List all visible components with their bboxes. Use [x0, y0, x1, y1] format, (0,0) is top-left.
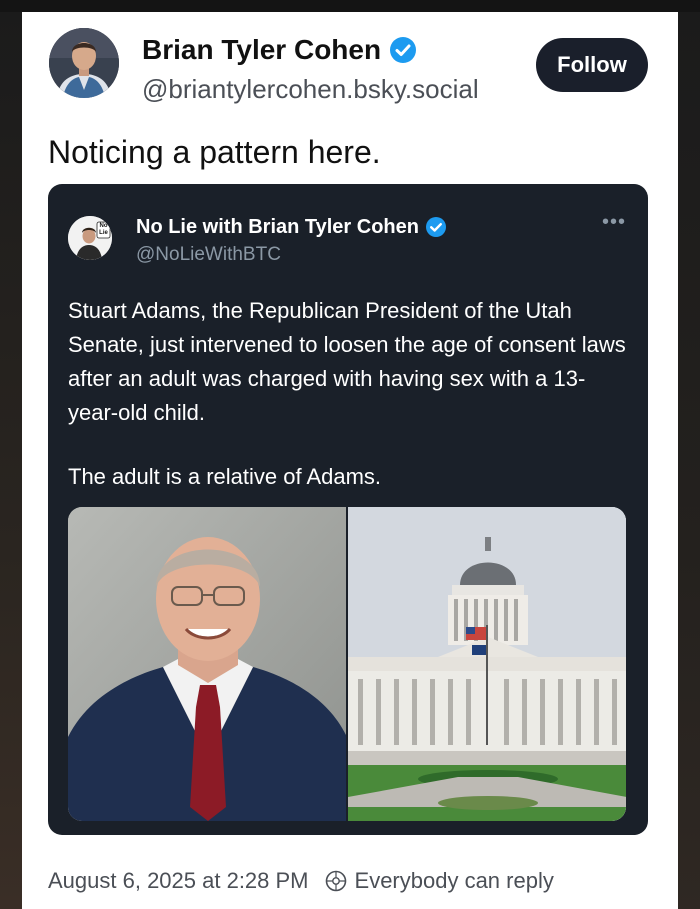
- top-strip: [0, 0, 700, 12]
- post-text: Noticing a pattern here.: [48, 134, 381, 170]
- quoted-paragraph: The adult is a relative of Adams.: [68, 464, 382, 489]
- more-options-icon[interactable]: •••: [598, 212, 630, 232]
- quoted-post[interactable]: No Lie No Lie with Brian Tyler Cohen @No…: [48, 184, 648, 835]
- quoted-post-body: Stuart Adams, the Republican President o…: [68, 294, 628, 494]
- portrait-image[interactable]: [68, 507, 346, 821]
- author-handle[interactable]: @briantylercohen.bsky.social: [142, 74, 479, 105]
- reply-setting-text[interactable]: Everybody can reply: [355, 868, 554, 894]
- post-footer: August 6, 2025 at 2:28 PM Everybody can …: [48, 865, 554, 897]
- capitol-building-image[interactable]: [348, 507, 626, 821]
- verified-badge-icon: [389, 36, 417, 64]
- quoted-author-name[interactable]: No Lie with Brian Tyler Cohen: [136, 216, 419, 239]
- author-name[interactable]: Brian Tyler Cohen: [142, 34, 381, 66]
- author-name-row: Brian Tyler Cohen: [142, 32, 417, 68]
- quoted-author-name-row: No Lie with Brian Tyler Cohen: [136, 214, 447, 240]
- follow-button[interactable]: Follow: [536, 38, 648, 92]
- post-timestamp[interactable]: August 6, 2025 at 2:28 PM: [48, 868, 309, 894]
- quoted-author-handle[interactable]: @NoLieWithBTC: [136, 244, 281, 266]
- quoted-media[interactable]: [68, 507, 626, 821]
- quoted-avatar-logo-text: No Lie: [99, 223, 108, 236]
- reply-settings-icon: [325, 870, 347, 892]
- quoted-paragraph: Stuart Adams, the Republican President o…: [68, 298, 626, 425]
- author-avatar[interactable]: [49, 28, 119, 98]
- background-right: [678, 12, 700, 909]
- verified-badge-icon: [425, 216, 447, 238]
- background-left: [0, 12, 22, 909]
- post-card: Brian Tyler Cohen @briantylercohen.bsky.…: [22, 12, 678, 909]
- quoted-author-avatar[interactable]: No Lie: [68, 216, 112, 260]
